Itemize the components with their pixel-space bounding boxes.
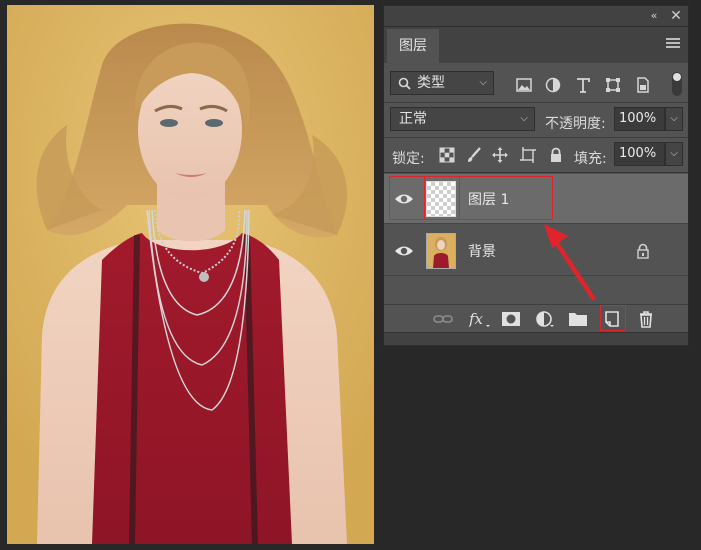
- lock-all-icon[interactable]: [548, 147, 566, 165]
- adjustment-filter-icon[interactable]: [544, 76, 562, 94]
- lock-artboard-icon[interactable]: [520, 147, 538, 165]
- layer-row-background[interactable]: 背景: [384, 226, 688, 276]
- lock-transparent-pixels-icon[interactable]: [439, 147, 457, 165]
- mask-icon[interactable]: [501, 310, 521, 328]
- search-icon: [398, 77, 411, 90]
- svg-text:fx: fx: [469, 310, 484, 328]
- lock-image-pixels-icon[interactable]: [466, 147, 484, 165]
- lock-icon: [636, 243, 650, 259]
- collapse-panel-icon[interactable]: «: [646, 8, 662, 24]
- lock-position-icon[interactable]: [492, 147, 510, 165]
- fill-chevron-icon[interactable]: ⌵: [665, 142, 683, 166]
- fill-label: 填充:: [574, 151, 607, 167]
- close-panel-icon[interactable]: ✕: [668, 8, 684, 24]
- annotation-arrow-icon: [544, 224, 596, 301]
- layer-thumbnail-photo: [426, 233, 456, 269]
- type-filter-icon[interactable]: [574, 76, 592, 94]
- lock-label: 锁定:: [392, 151, 425, 167]
- opacity-chevron-icon[interactable]: ⌵: [665, 107, 683, 131]
- fill-input[interactable]: 100%: [614, 142, 665, 166]
- link-icon[interactable]: [433, 310, 453, 328]
- blend-mode-value: 正常: [399, 111, 427, 127]
- portrait-photo: [7, 5, 374, 544]
- filter-type-dropdown[interactable]: 类型 ⌵: [390, 71, 494, 95]
- blend-row: 正常 ⌵ 不透明度: 100% ⌵: [384, 103, 688, 137]
- smart-object-filter-icon[interactable]: [634, 76, 652, 94]
- layer-name[interactable]: 背景: [468, 241, 496, 261]
- chevron-down-icon: ⌵: [479, 77, 487, 88]
- layer-thumbnail-transparent: [426, 181, 456, 217]
- opacity-input[interactable]: 100%: [614, 107, 665, 131]
- filter-toggle[interactable]: [672, 72, 682, 96]
- document-canvas[interactable]: [7, 5, 374, 544]
- panel-menu-icon[interactable]: [666, 38, 680, 50]
- trash-icon[interactable]: [636, 310, 656, 328]
- layers-list: 图层 1 背景: [384, 174, 688, 305]
- layer-row-layer-1[interactable]: 图层 1: [384, 174, 688, 224]
- image-filter-icon[interactable]: [515, 76, 533, 94]
- filter-row: 类型 ⌵: [384, 66, 688, 106]
- eye-icon[interactable]: [394, 243, 414, 259]
- panel-tab-row: 图层: [384, 27, 688, 63]
- filter-type-label: 类型: [417, 75, 445, 91]
- new-layer-icon[interactable]: [602, 310, 622, 328]
- blend-mode-dropdown[interactable]: 正常 ⌵: [390, 107, 535, 131]
- panel-resize-grip[interactable]: [384, 332, 688, 345]
- layers-bottom-toolbar: fx: [384, 305, 688, 333]
- fx-icon[interactable]: fx: [468, 310, 490, 328]
- folder-icon[interactable]: [568, 310, 588, 328]
- layers-panel: « ✕ 图层 类型 ⌵ 正常 ⌵ 不透明度: 100% ⌵ 锁定: 填充: 10…: [383, 5, 689, 346]
- chevron-down-icon: ⌵: [520, 113, 528, 124]
- adjustment-layer-icon[interactable]: [535, 310, 555, 328]
- tab-layers[interactable]: 图层: [387, 29, 439, 63]
- shape-filter-icon[interactable]: [604, 76, 622, 94]
- panel-titlebar[interactable]: « ✕: [384, 6, 688, 27]
- lock-row: 锁定: 填充: 100% ⌵: [384, 138, 688, 172]
- eye-icon[interactable]: [394, 191, 414, 207]
- opacity-label: 不透明度:: [545, 116, 606, 132]
- layer-name[interactable]: 图层 1: [468, 189, 509, 209]
